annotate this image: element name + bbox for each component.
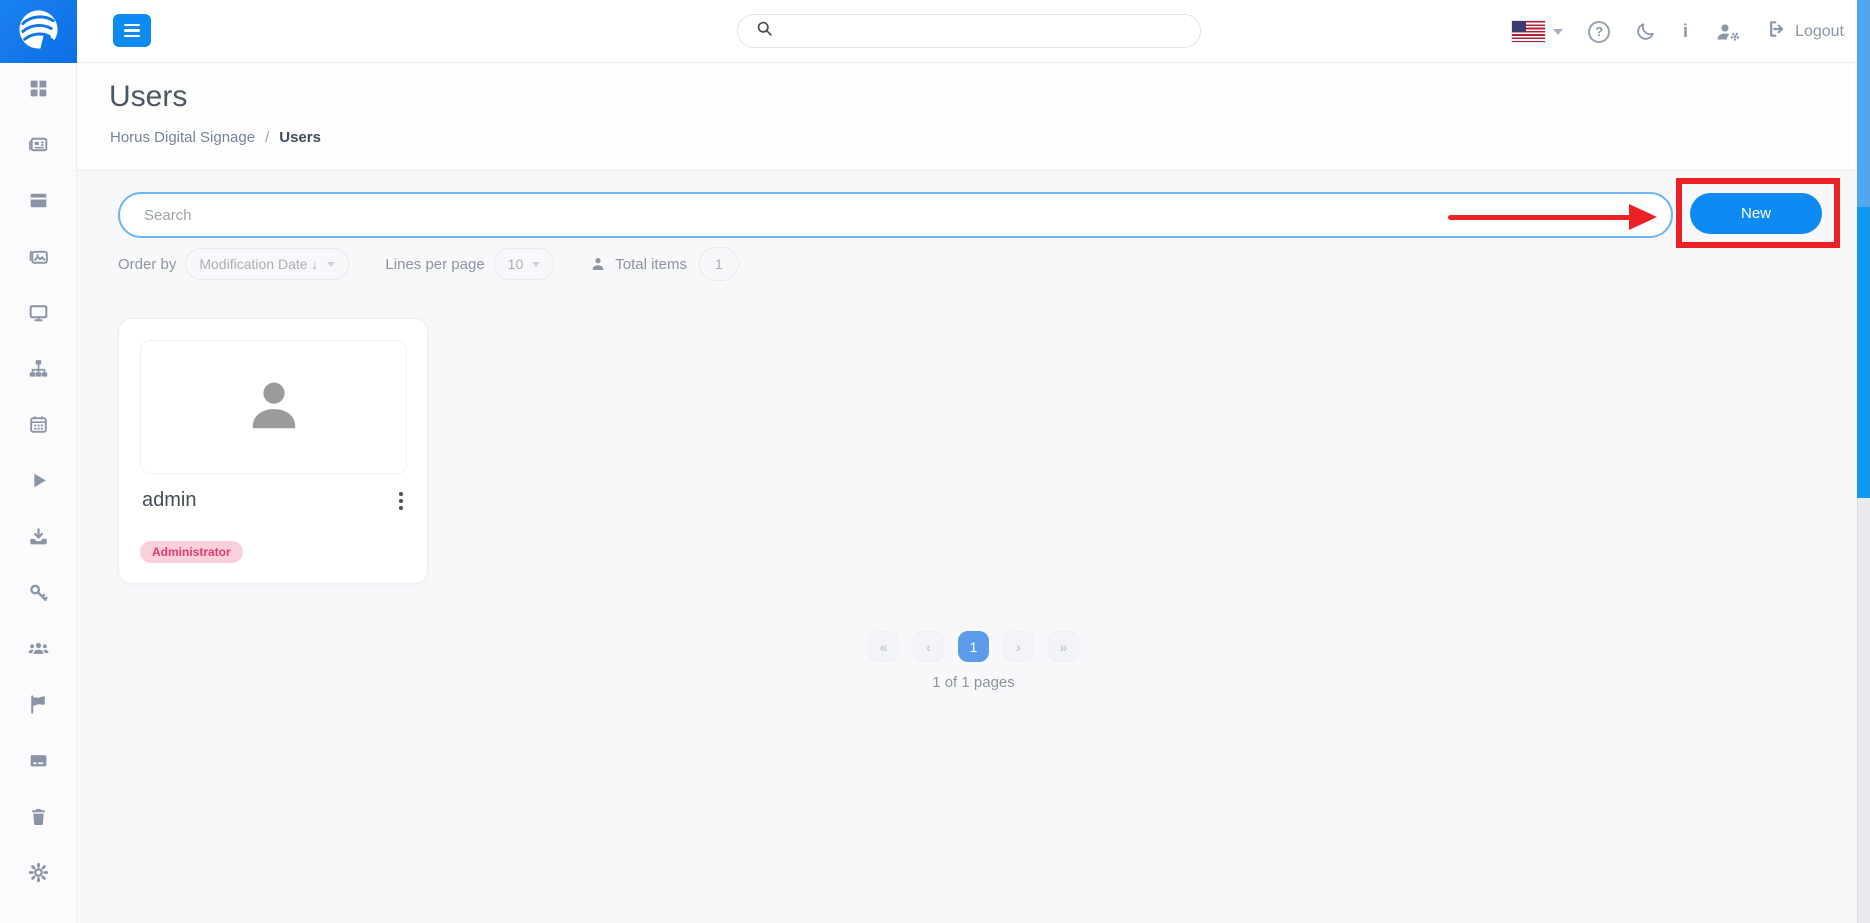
tickers-icon — [27, 749, 50, 777]
user-name: admin — [142, 489, 196, 512]
pagination-prev-button[interactable]: ‹ — [913, 631, 944, 662]
top-bar: ? i Logout — [0, 0, 1870, 63]
sidebar-item-tickers[interactable] — [0, 735, 76, 791]
logout-icon — [1767, 19, 1787, 44]
user-gear-icon — [1715, 21, 1742, 43]
page-title: Users — [109, 80, 187, 114]
sidebar-nav — [0, 63, 77, 923]
info-icon: i — [1683, 21, 1688, 41]
hamburger-menu-button[interactable] — [113, 14, 151, 47]
sidebar-item-users[interactable] — [0, 623, 76, 679]
sidebar-item-settings[interactable] — [0, 847, 76, 903]
player-icon — [27, 469, 50, 497]
breadcrumb-home-link[interactable]: Horus Digital Signage — [110, 129, 255, 146]
main-content: New Order by Modification Date ↓ Lines p… — [77, 171, 1870, 923]
us-flag-icon — [1512, 21, 1545, 42]
logout-button[interactable]: Logout — [1767, 19, 1844, 44]
dashboard-icon — [27, 77, 50, 105]
sidebar-item-screens[interactable] — [0, 287, 76, 343]
sidebar-item-trash[interactable] — [0, 791, 76, 847]
language-selector[interactable] — [1512, 21, 1563, 42]
user-settings-button[interactable] — [1715, 21, 1742, 43]
sidebar-item-dashboard[interactable] — [0, 63, 76, 119]
calendar-icon — [27, 413, 50, 441]
breadcrumb-separator: / — [265, 129, 269, 146]
sidebar-item-organization[interactable] — [0, 343, 76, 399]
new-user-button[interactable]: New — [1690, 193, 1822, 234]
help-button[interactable]: ? — [1588, 21, 1610, 43]
sidebar-item-downloads[interactable] — [0, 511, 76, 567]
pagination: « ‹ 1 › » — [77, 631, 1870, 662]
access-keys-icon — [27, 581, 50, 609]
user-card-menu-button[interactable] — [393, 489, 409, 513]
flags-icon — [27, 693, 50, 721]
user-card-admin[interactable]: admin Administrator — [118, 318, 428, 584]
scrollbar[interactable] — [1857, 0, 1870, 923]
panels-icon — [27, 189, 50, 217]
person-icon — [590, 256, 606, 272]
sidebar-item-calendar[interactable] — [0, 399, 76, 455]
kebab-icon — [399, 492, 403, 496]
settings-icon — [27, 861, 50, 889]
user-avatar — [140, 340, 407, 474]
screens-icon — [27, 301, 50, 329]
moon-icon — [1635, 21, 1656, 42]
news-icon — [27, 133, 50, 161]
sidebar-item-media[interactable] — [0, 231, 76, 287]
media-icon — [27, 245, 50, 273]
pagination-next-button[interactable]: › — [1003, 631, 1034, 662]
info-button[interactable]: i — [1681, 21, 1690, 42]
pagination-page-1-button[interactable]: 1 — [958, 631, 989, 662]
chevron-down-icon — [532, 262, 540, 267]
global-search-input[interactable] — [783, 22, 1200, 40]
lines-per-page-dropdown[interactable]: 10 — [494, 248, 555, 280]
chevron-down-icon — [327, 262, 335, 267]
falcon-logo-icon — [15, 6, 62, 58]
sidebar-item-flags[interactable] — [0, 679, 76, 735]
question-mark-icon: ? — [1595, 24, 1603, 39]
chevron-down-icon — [1553, 29, 1563, 35]
sidebar-item-player[interactable] — [0, 455, 76, 511]
order-by-dropdown[interactable]: Modification Date ↓ — [185, 248, 349, 280]
breadcrumb-current: Users — [279, 129, 321, 146]
list-controls: Order by Modification Date ↓ Lines per p… — [118, 248, 739, 280]
lines-per-page-label: Lines per page — [385, 256, 484, 273]
downloads-icon — [27, 525, 50, 553]
organization-icon — [27, 357, 50, 385]
logout-label: Logout — [1795, 23, 1844, 41]
user-role-badge: Administrator — [140, 541, 243, 563]
pagination-first-button[interactable]: « — [868, 631, 899, 662]
sidebar-item-panels[interactable] — [0, 175, 76, 231]
global-search-box — [737, 14, 1201, 48]
total-items-count: 1 — [699, 247, 739, 281]
users-search-input[interactable] — [118, 192, 1673, 238]
search-icon — [756, 20, 773, 42]
scrollbar-thumb[interactable] — [1857, 0, 1870, 207]
topbar-actions: ? i Logout — [1512, 0, 1844, 63]
hamburger-icon — [124, 24, 140, 27]
sidebar-item-access-keys[interactable] — [0, 567, 76, 623]
breadcrumb: Horus Digital Signage / Users — [110, 129, 321, 146]
person-avatar-icon — [243, 374, 305, 441]
dark-mode-button[interactable] — [1635, 21, 1656, 42]
pagination-last-button[interactable]: » — [1048, 631, 1079, 662]
sidebar-item-news[interactable] — [0, 119, 76, 175]
trash-icon — [27, 805, 50, 833]
page-header: Users Horus Digital Signage / Users — [77, 63, 1870, 171]
total-items-label: Total items — [615, 256, 687, 273]
pagination-summary: 1 of 1 pages — [77, 674, 1870, 691]
order-by-label: Order by — [118, 256, 176, 273]
app-logo[interactable] — [0, 0, 77, 63]
users-icon — [27, 637, 50, 665]
